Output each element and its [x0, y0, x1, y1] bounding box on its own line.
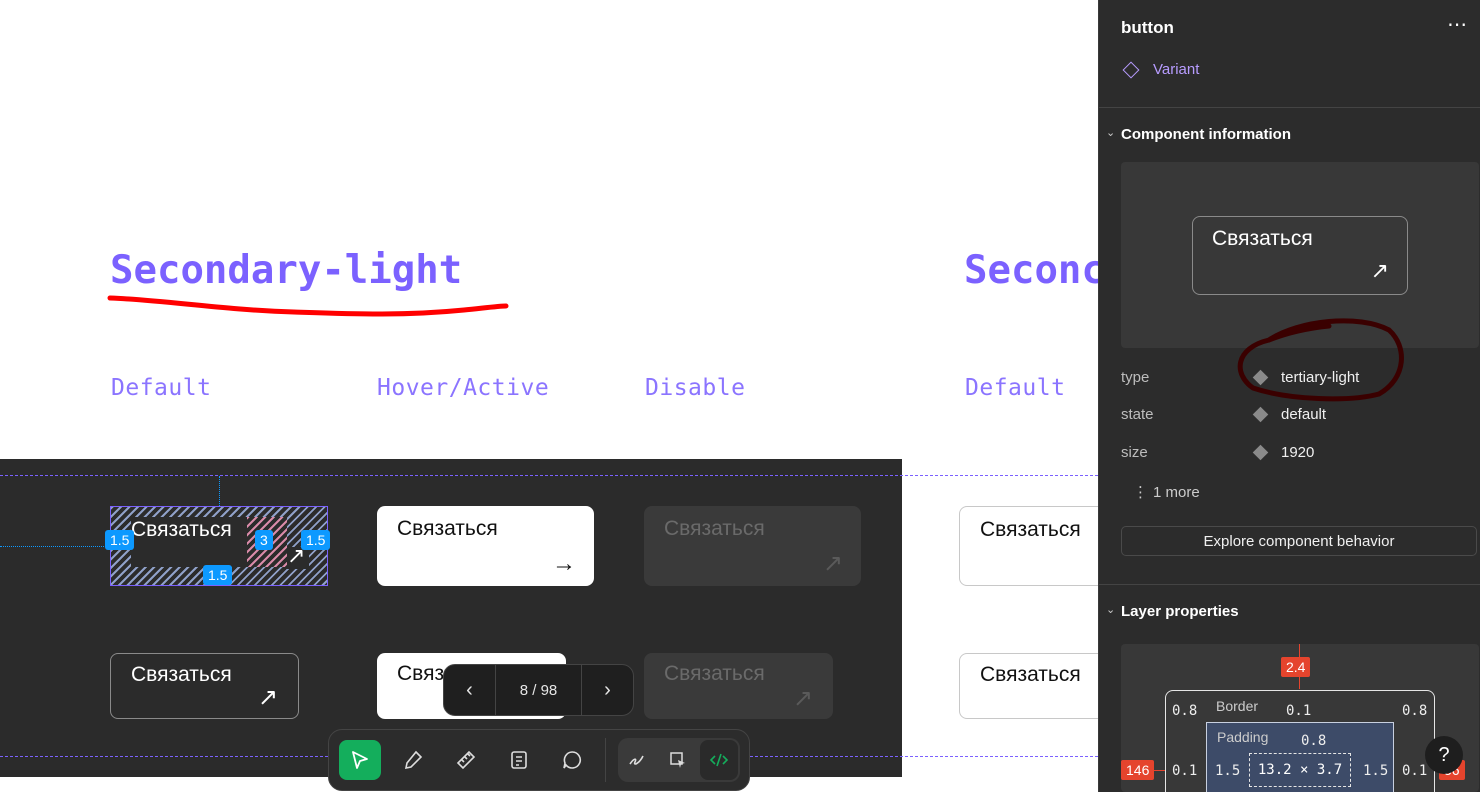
more-props-link[interactable]: 1 more — [1153, 484, 1200, 501]
more-options-icon[interactable]: ⋯ — [1447, 12, 1468, 37]
spacing-badge-gap: 3 — [255, 530, 273, 550]
column-label-default-right: Default — [965, 375, 1066, 401]
border-box: 0.8 Border 0.1 0.8 0.1 0.1 Padding 0.8 1… — [1165, 690, 1435, 792]
more-vertical-icon: ⋮ — [1133, 484, 1148, 501]
dev-mode-group — [618, 738, 740, 782]
explore-behavior-button[interactable]: Explore component behavior — [1121, 526, 1477, 556]
padding-top-value: 0.8 — [1301, 733, 1327, 749]
button-label: Связаться — [131, 518, 232, 541]
help-button[interactable]: ? — [1425, 736, 1463, 774]
button-label: Связаться — [664, 517, 765, 540]
annotation-icon — [511, 751, 527, 769]
arrow-right-icon: → — [552, 550, 576, 577]
section-title: Secondary-light — [110, 248, 463, 293]
padding-right-value: 1.5 — [1363, 763, 1389, 779]
arrow-up-right-icon: ↗ — [257, 684, 278, 711]
arrow-up-right-icon: ↗ — [792, 685, 813, 712]
radius-top-right: 0.8 — [1402, 703, 1428, 719]
panel-title: button — [1121, 18, 1174, 37]
prop-value-size: 1920 — [1281, 444, 1315, 461]
page-counter: 8 / 98 — [519, 681, 558, 699]
page-navigator: ‹ 8 / 98 › — [443, 664, 634, 716]
preview-button: Связаться ↗ — [1192, 216, 1408, 295]
spacing-badge-right: 1.5 — [301, 530, 331, 550]
move-tool-button[interactable] — [339, 740, 381, 780]
disabled-button: Связаться ↗ — [644, 506, 861, 586]
divider — [1099, 584, 1480, 585]
chevron-left-icon: ‹ — [466, 678, 473, 701]
toolbar-divider — [605, 738, 606, 782]
code-icon — [709, 753, 729, 767]
spacing-badge-left: 1.5 — [105, 530, 135, 550]
margin-top-value: 2.4 — [1281, 657, 1311, 677]
eyedropper-tool-button[interactable] — [392, 740, 434, 780]
layer-properties-header[interactable]: Layer properties — [1121, 603, 1239, 620]
inspect-icon — [670, 752, 685, 768]
button-label: Связаться — [131, 663, 232, 686]
draw-tool-button[interactable] — [618, 740, 656, 780]
button-label: Связаться — [664, 662, 765, 685]
padding-label: Padding — [1217, 729, 1269, 745]
component-info-header[interactable]: Component information — [1121, 126, 1291, 143]
hover-button[interactable]: Связаться → — [377, 506, 594, 586]
next-page-button[interactable]: › — [581, 664, 633, 716]
cursor-icon — [352, 751, 368, 769]
code-tool-button[interactable] — [700, 740, 738, 780]
chevron-down-icon[interactable]: ⌄ — [1106, 126, 1115, 139]
prop-key-state: state — [1121, 406, 1154, 423]
section-title-right: Seconc — [964, 248, 1098, 293]
box-model: 2.4 146 56 0.8 Border 0.1 0.8 0.1 0.1 Pa… — [1121, 644, 1479, 792]
arrow-up-right-icon: ↗ — [1370, 258, 1389, 283]
maroon-circle-annotation — [1237, 318, 1404, 402]
pen-icon — [629, 755, 644, 765]
padding-left-value: 1.5 — [1215, 763, 1241, 779]
default-button-right[interactable]: Связаться — [959, 506, 1098, 586]
arrow-up-right-icon: ↗ — [822, 550, 843, 577]
ruler-icon — [456, 750, 476, 770]
margin-left-value: 146 — [1121, 760, 1155, 780]
button-label: Связаться — [980, 518, 1081, 541]
comment-icon — [563, 751, 581, 769]
comment-tool-button[interactable] — [551, 740, 593, 780]
button-label: Связаться — [980, 663, 1081, 686]
red-underline-annotation — [107, 295, 509, 317]
preview-button-label: Связаться — [1212, 227, 1313, 250]
border-label: Border — [1216, 698, 1259, 714]
eyedropper-icon — [404, 750, 423, 770]
measure-line-vertical — [219, 476, 220, 506]
radius-top-left: 0.8 — [1172, 703, 1198, 719]
prop-key-type: type — [1121, 369, 1150, 386]
guide-line-top — [0, 475, 1098, 476]
small-disabled-button: Связаться ↗ — [644, 653, 833, 719]
small-default-button-right[interactable]: Связаться — [959, 653, 1098, 719]
prop-value-state: default — [1281, 406, 1327, 423]
inspect-tool-button[interactable] — [659, 740, 697, 780]
bottom-toolbar — [328, 729, 750, 791]
prev-page-button[interactable]: ‹ — [444, 664, 496, 716]
variant-label: Variant — [1153, 61, 1200, 78]
border-left-value: 0.1 — [1172, 763, 1198, 779]
design-canvas[interactable]: Secondary-light Seconc Default Hover/Act… — [0, 0, 1098, 792]
content-size: 13.2 × 3.7 — [1249, 753, 1351, 787]
button-label: Связаться — [397, 517, 498, 540]
divider — [1099, 107, 1480, 108]
padding-box: Padding 0.8 1.5 1.5 13.2 × 3.7 — [1206, 722, 1394, 792]
variant-prop-icon — [1252, 444, 1269, 461]
column-label-default: Default — [111, 375, 212, 401]
small-default-button[interactable]: Связаться ↗ — [110, 653, 299, 719]
variant-prop-icon — [1252, 406, 1269, 423]
variant-icon — [1122, 61, 1140, 79]
measure-tool-button[interactable] — [445, 740, 487, 780]
spacing-badge-bottom: 1.5 — [203, 565, 233, 585]
annotate-tool-button[interactable] — [498, 740, 540, 780]
measure-line — [0, 546, 110, 547]
prop-key-size: size — [1121, 444, 1148, 461]
border-right-value: 0.1 — [1402, 763, 1428, 779]
chevron-right-icon: › — [604, 678, 611, 701]
column-label-hover: Hover/Active — [377, 375, 550, 401]
column-label-disable: Disable — [645, 375, 746, 401]
inspect-panel: button ⋯ Variant ⌄ Component information… — [1098, 0, 1480, 792]
chevron-down-icon[interactable]: ⌄ — [1106, 603, 1115, 616]
border-top-value: 0.1 — [1286, 703, 1312, 719]
